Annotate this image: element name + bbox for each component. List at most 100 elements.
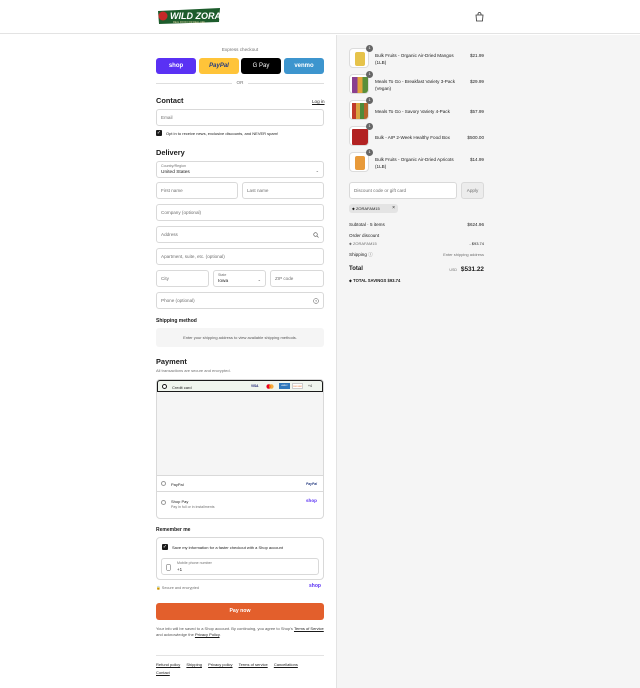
payment-heading: Payment [156,357,187,366]
address-field[interactable]: Address [156,226,324,243]
item-name: Bulk Fruits - Organic Air-Dried Apricots… [375,157,454,169]
shop-logo-icon: shop [306,498,317,503]
total-row: Total $531.22 USD [349,266,484,273]
paypal-button[interactable]: PayPal [199,58,239,74]
tag-icon: ⬥ [349,241,352,246]
discount-code-field[interactable]: Discount code or gift card [349,182,457,199]
amex-icon: AMEX [279,383,290,389]
save-info-checkbox[interactable]: ✓ [162,544,168,550]
more-cards-count: +4 [308,384,312,388]
shop-pay-label: Shop Pay [171,499,189,504]
order-discount-label: Order discount [349,233,380,238]
item-name: Bulk Fruits - Organic Air-Dried Mangos (… [375,53,454,65]
payment-options: Credit card VISA AMEX DISCOVER +4 PayPal… [156,379,324,519]
shop-pay-button[interactable]: shop [156,58,196,74]
mobile-phone-field[interactable]: Mobile phone number +1 [161,558,319,575]
phone-field[interactable]: Phone (optional) ? [156,292,324,309]
shop-pay-option[interactable]: Shop Pay Pay in full or in installments … [157,492,323,518]
search-icon [313,232,319,238]
shipping-method-heading: Shipping method [156,318,197,324]
apply-button[interactable]: Apply [461,182,484,199]
help-icon[interactable]: ? [313,298,319,304]
item-name: Meals To Go - Savory Variety 4-Pack [375,109,450,114]
quantity-badge: 1 [366,97,373,104]
footer-divider [156,655,324,656]
item-price: $14.99 [469,157,484,162]
item-price: $21.99 [469,53,484,58]
chevron-down-icon: ⌄ [315,168,319,173]
express-checkout-label: Express checkout [221,47,259,52]
quantity-badge: 1 [366,45,373,52]
paypal-label: PayPal [171,481,184,487]
quantity-badge: 1 [366,149,373,156]
email-field[interactable]: Email [156,109,324,126]
credit-card-label: Credit card [172,384,192,390]
product-thumbnail [349,126,369,146]
close-icon[interactable]: × [392,204,395,213]
card-form-area [157,392,323,476]
product-thumbnail [349,100,369,120]
shipping-method-notice: Enter your shipping address to view avai… [156,328,324,347]
optin-label: Opt in to receive news, exclusive discou… [166,131,279,136]
first-name-field[interactable]: First name [156,182,238,199]
help-icon[interactable]: ⓘ [368,252,373,257]
tag-icon: ⬥ [352,206,355,211]
delivery-heading: Delivery [156,148,185,157]
checkout-form: Express checkout shop PayPal G Pay venmo… [0,35,336,688]
zip-field[interactable]: ZIP code [270,270,324,287]
last-name-field[interactable]: Last name [242,182,324,199]
chevron-down-icon: ⌄ [257,277,261,282]
item-price: $29.99 [469,79,484,84]
footer-link-contact[interactable]: Contact [156,670,170,675]
svg-text:WILD ZORA: WILD ZORA [170,11,221,21]
city-field[interactable]: City [156,270,209,287]
shop-logo-icon: shop [309,583,321,589]
save-info-label: Save my information for a faster checkou… [172,545,283,550]
secure-encrypted-note: 🔒 Secure and encrypted [156,586,199,590]
applied-discount-tag: ⬥ ZORAFAM15 × [349,204,398,213]
optin-checkbox[interactable]: ✓ [156,130,162,136]
product-thumbnail [349,152,369,172]
credit-card-option[interactable]: Credit card VISA AMEX DISCOVER +4 [157,380,323,392]
paypal-radio[interactable] [161,481,166,486]
wild-zora-logo[interactable]: WILD ZORA REAL FOOD FOR REAL LIFE [156,7,222,25]
remember-me-box: ✓ Save my information for a faster check… [156,537,324,580]
venmo-button[interactable]: venmo [284,58,324,74]
discount-row: ⬥ ZORAFAM15- $93.74 [349,241,484,246]
privacy-policy-link[interactable]: Privacy Policy [195,632,220,637]
apartment-field[interactable]: Apartment, suite, etc. (optional) [156,248,324,265]
terms-of-service-link[interactable]: Terms of Service [294,626,324,631]
footer-link-shipping[interactable]: Shipping [186,662,202,667]
item-name: Meals To Go - Breakfast Variety 3-Pack (… [375,79,455,91]
remember-me-heading: Remember me [156,527,191,533]
header: WILD ZORA REAL FOOD FOR REAL LIFE [0,0,640,34]
login-link[interactable]: Log in [312,99,325,104]
google-pay-button[interactable]: G Pay [241,58,281,74]
footer-link-privacy[interactable]: Privacy policy [208,662,232,667]
state-select[interactable]: State Iowa ⌄ [213,270,266,287]
shop-pay-sub: Pay in full or in installments [171,505,215,509]
item-name: Bulk - AIP 2-Week Healthy Food Box [375,135,450,140]
country-select[interactable]: Country/Region United States ⌄ [156,161,324,178]
order-summary [336,35,640,688]
company-field[interactable]: Company (optional) [156,204,324,221]
quantity-badge: 1 [366,123,373,130]
phone-icon [166,564,171,571]
discover-icon: DISCOVER [292,383,303,389]
shipping-row: Shipping ⓘ Enter shipping address [349,252,484,257]
visa-icon: VISA [251,384,259,388]
product-thumbnail [349,48,369,68]
pay-now-button[interactable]: Pay now [156,603,324,620]
item-price: $500.00 [467,135,484,140]
shopping-bag-icon[interactable] [474,11,485,22]
shop-pay-radio[interactable] [161,500,166,505]
product-thumbnail [349,74,369,94]
footer-link-refund[interactable]: Refund policy [156,662,180,667]
credit-card-radio[interactable] [162,384,167,389]
footer-link-terms[interactable]: Terms of service [239,662,268,667]
quantity-badge: 1 [366,71,373,78]
item-price: $57.99 [469,109,484,114]
paypal-option[interactable]: PayPal PayPal [157,476,323,492]
paypal-logo-icon: PayPal [306,482,318,486]
footer-link-cancellations[interactable]: Cancellations [274,662,298,667]
